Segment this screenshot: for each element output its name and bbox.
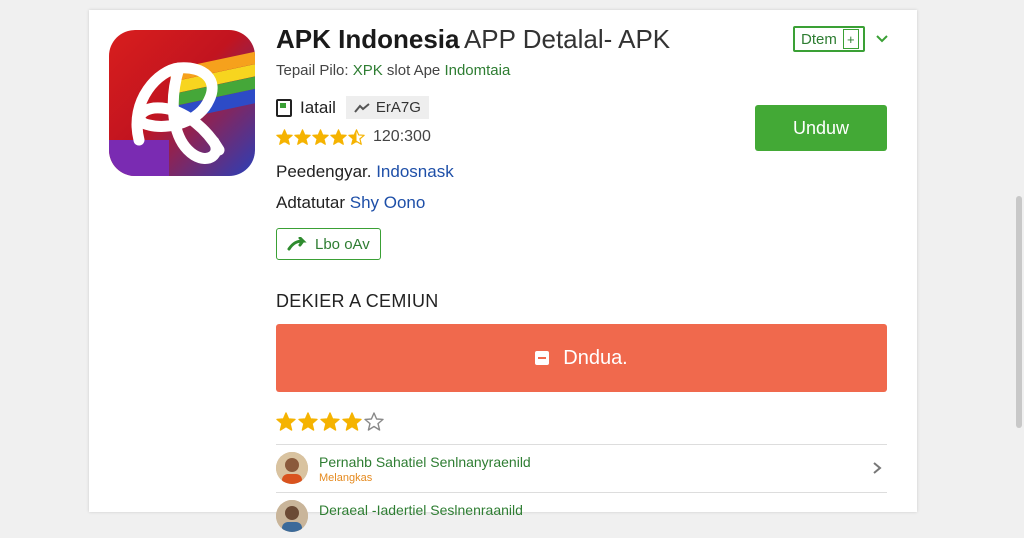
avatar [276, 500, 308, 532]
star-icon [364, 412, 384, 431]
star-icon [276, 128, 293, 145]
subtitle-green-2: Indomtaia [444, 62, 511, 79]
app-subtitle: Tepail Pilo: XPK slot Ape Indomtaia [276, 62, 510, 79]
download-icon [535, 351, 550, 365]
star-icon [320, 412, 340, 431]
divider [276, 492, 887, 493]
category-label: Adtatutar [276, 193, 345, 212]
star-icon [276, 412, 296, 431]
main-download-button[interactable]: Dndua. [276, 324, 887, 392]
detail-badge-label: Iatail [300, 97, 336, 117]
developer-row: Peedengyar. Indosnask [276, 162, 454, 182]
review-author: Deraeal -Iadertiel Seslnenraanild [319, 502, 523, 518]
app-title-bold: APK Indonesia [276, 24, 460, 54]
developer-link[interactable]: Indosnask [376, 162, 454, 181]
arrow-icon [287, 237, 307, 251]
app-title-rest: APP Detalal- APK [463, 24, 671, 54]
review-item[interactable]: Pernahb Sahatiel Senlnanyraenild Melangk… [276, 446, 887, 490]
download-button[interactable]: Unduw [755, 105, 887, 151]
review-meta: Melangkas [319, 472, 373, 484]
divider [276, 444, 887, 445]
app-title: APK Indonesia APP Detalal- APK [276, 24, 670, 55]
review-author: Pernahb Sahatiel Senlnanyraenild [319, 454, 531, 470]
plus-icon: + [842, 29, 859, 49]
developer-label: Peedengyar. [276, 162, 372, 181]
detail-badge: Iatail [276, 98, 336, 118]
star-icon [298, 412, 318, 431]
detail-icon [276, 98, 292, 117]
chevron-down-icon[interactable] [875, 32, 889, 46]
rating-stars [276, 128, 365, 146]
tag-button[interactable]: Lbo oAv [276, 228, 381, 260]
section-title: DEKIER A CEMIUN [276, 291, 439, 311]
app-detail-card: APK Indonesia APP Detalal- APK Tepail Pi… [89, 10, 917, 532]
version-badge-label: ErA7G [375, 99, 421, 116]
download-button-label: Unduw [792, 117, 850, 138]
star-icon [348, 128, 365, 145]
avatar [276, 452, 308, 484]
top-right-actions: Dtem + [793, 26, 889, 52]
open-button[interactable]: Dtem + [793, 26, 865, 52]
star-icon [342, 412, 362, 431]
app-logo-icon [109, 30, 255, 176]
app-badges: Iatail ErA7G [276, 96, 429, 119]
star-icon [330, 128, 347, 145]
rating-count: 120:300 [373, 128, 431, 145]
chevron-right-icon[interactable] [871, 461, 883, 475]
subtitle-green-1: XPK [352, 62, 383, 79]
tag-button-label: Lbo oAv [315, 235, 370, 253]
star-icon [312, 128, 329, 145]
open-button-label: Dtem [801, 30, 837, 48]
category-link[interactable]: Shy Oono [350, 193, 426, 212]
trend-icon [354, 102, 370, 113]
subtitle-mid: slot Ape [386, 62, 441, 79]
review-item[interactable]: Deraeal -Iadertiel Seslnenraanild [276, 494, 887, 538]
review-rating-stars[interactable] [276, 412, 384, 432]
subtitle-prefix: Tepail Pilo: [276, 62, 349, 79]
page-scrollbar[interactable] [1016, 196, 1022, 428]
category-row: Adtatutar Shy Oono [276, 193, 425, 213]
rating-row: 120:300 [276, 128, 431, 146]
version-badge: ErA7G [345, 96, 429, 119]
star-icon [294, 128, 311, 145]
main-download-label: Dndua. [563, 346, 628, 369]
